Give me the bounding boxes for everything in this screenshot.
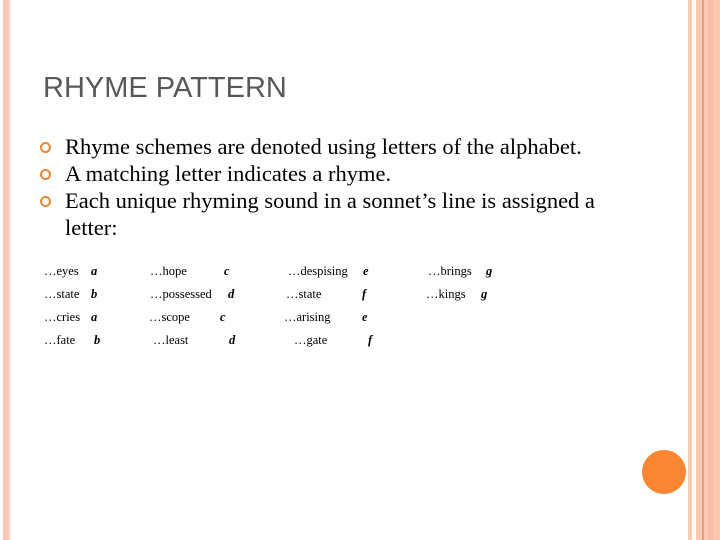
rhyme-word: …arising: [284, 310, 331, 324]
right-band-line: [702, 0, 704, 540]
rhyme-line: …arising e: [284, 310, 368, 325]
bullet-circle-icon: [40, 196, 51, 207]
rhyme-line: …cries a: [44, 310, 97, 325]
rhyme-word: …cries: [44, 310, 81, 324]
rhyme-line: …state b: [44, 287, 97, 302]
bullet-circle-icon: [40, 169, 51, 180]
rhyme-word: …state: [44, 287, 80, 301]
rhyme-word: …possessed: [150, 287, 212, 301]
rhyme-line: …fate b: [44, 333, 100, 348]
rhyme-word: …kings: [426, 287, 466, 301]
rhyme-word: …fate: [44, 333, 76, 347]
rhyme-word: …brings: [428, 264, 472, 278]
rhyme-line: …despising e: [288, 264, 369, 279]
bullet-text: Rhyme schemes are denoted using letters …: [65, 134, 582, 159]
bullet-item: A matching letter indicates a rhyme.: [40, 160, 650, 187]
rhyme-letter: d: [228, 287, 235, 301]
bullet-list: Rhyme schemes are denoted using letters …: [40, 133, 650, 241]
rhyme-line: …kings g: [426, 287, 487, 302]
rhyme-line: …state f: [286, 287, 366, 302]
bullet-circle-icon: [40, 142, 51, 153]
rhyme-word: …despising: [288, 264, 348, 278]
rhyme-word: …least: [153, 333, 189, 347]
right-stripe-decoration: [688, 0, 692, 540]
slide-title: RHYME PATTERN: [43, 72, 287, 104]
rhyme-letter: e: [362, 310, 368, 324]
rhyme-word: …state: [286, 287, 322, 301]
rhyme-letter: c: [220, 310, 226, 324]
left-border-decoration-soft: [9, 0, 11, 540]
bullet-item: Each unique rhyming sound in a sonnet’s …: [40, 187, 650, 241]
rhyme-word: …hope: [150, 264, 187, 278]
rhyme-line: …scope c: [149, 310, 226, 325]
rhyme-line: …least d: [153, 333, 235, 348]
rhyme-letter: c: [224, 264, 230, 278]
rhyme-letter: g: [486, 264, 493, 278]
rhyme-line: …brings g: [428, 264, 492, 279]
rhyme-word: …gate: [294, 333, 328, 347]
bullet-text: Each unique rhyming sound in a sonnet’s …: [65, 188, 595, 240]
rhyme-letter: d: [229, 333, 236, 347]
rhyme-word: …scope: [149, 310, 190, 324]
rhyme-letter: a: [91, 264, 98, 278]
rhyme-letter: f: [368, 333, 373, 347]
rhyme-line: …hope c: [150, 264, 230, 279]
rhyme-letter: b: [94, 333, 101, 347]
rhyme-line: …gate f: [294, 333, 372, 348]
decorative-orange-circle: [642, 450, 686, 494]
rhyme-line: …possessed d: [150, 287, 234, 302]
rhyme-letter: f: [362, 287, 367, 301]
bullet-item: Rhyme schemes are denoted using letters …: [40, 133, 650, 160]
rhyme-letter: a: [91, 310, 98, 324]
rhyme-letter: g: [481, 287, 488, 301]
rhyme-line: …eyes a: [44, 264, 97, 279]
rhyme-letter: b: [91, 287, 98, 301]
rhyme-letter: e: [363, 264, 369, 278]
rhyme-word: …eyes: [44, 264, 79, 278]
bullet-text: A matching letter indicates a rhyme.: [65, 161, 392, 186]
right-band-inner: [708, 0, 713, 540]
